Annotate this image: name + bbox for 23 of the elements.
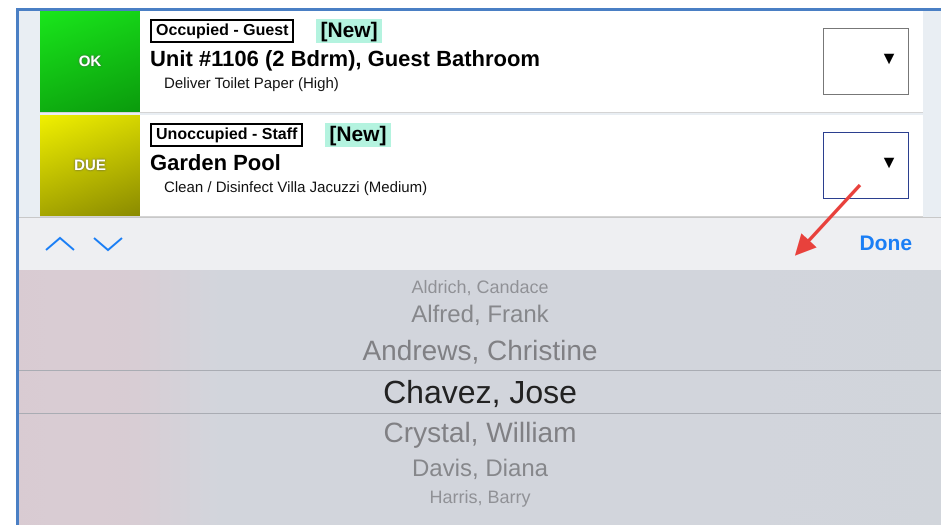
task-title: Unit #1106 (2 Bdrm), Guest Bathroom	[150, 46, 541, 72]
done-button[interactable]: Done	[854, 231, 918, 257]
task-detail: Clean / Disinfect Villa Jacuzzi (Medium)	[163, 179, 428, 196]
occupancy-tag: Occupied - Guest	[150, 19, 294, 43]
picker-option[interactable]: Harris, Barry	[19, 486, 941, 508]
status-tile: DUE	[40, 115, 140, 216]
task-title: Garden Pool	[150, 150, 282, 176]
task-row[interactable]: DUE Unoccupied - Staff [New] Garden Pool Clean / Disinfect Villa Jacuzzi (Medium) ▼	[40, 115, 923, 217]
picker-option[interactable]: Aldrich, Candace	[19, 276, 941, 298]
task-detail: Deliver Toilet Paper (High)	[163, 75, 340, 92]
picker-option[interactable]: Chavez, Jose	[19, 370, 941, 414]
picker-option[interactable]: Andrews, Christine	[19, 332, 941, 370]
picker-option[interactable]: Alfred, Frank	[19, 298, 941, 332]
picker-option[interactable]: Davis, Diana	[19, 452, 941, 486]
new-badge: [New]	[325, 123, 391, 147]
task-row[interactable]: OK Occupied - Guest [New] Unit #1106 (2 Bdrm), Guest Bathroom Deliver Toilet Paper (High) ▼	[40, 11, 923, 113]
assignee-dropdown[interactable]: ▼	[823, 132, 909, 199]
new-badge: [New]	[316, 19, 382, 43]
status-tile: OK	[40, 11, 140, 112]
occupancy-tag: Unoccupied - Staff	[150, 123, 304, 147]
name-picker[interactable]: Aldrich, Candace Alfred, Frank Andrews, Christine Chavez, Jose Crystal, William Davis, Diana Harris, Barry	[19, 270, 941, 525]
assignee-dropdown[interactable]: ▼	[823, 28, 909, 95]
picker-option[interactable]: Crystal, William	[19, 414, 941, 452]
